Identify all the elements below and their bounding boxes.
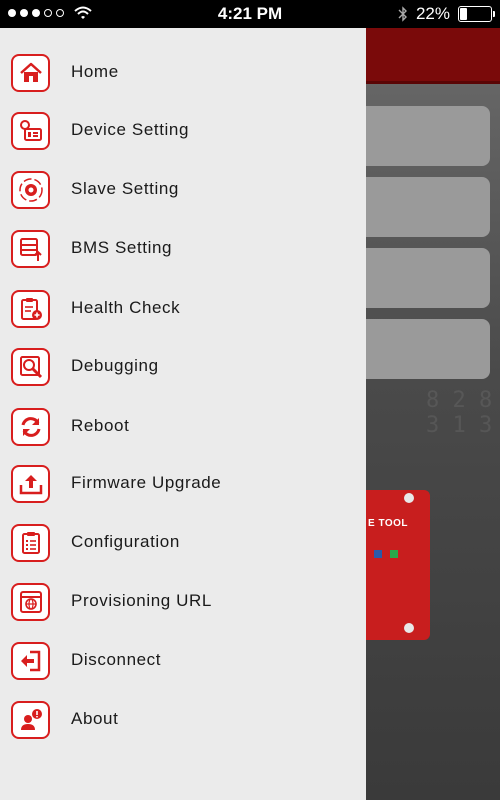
status-bar: 4:21 PM 22% <box>0 0 500 28</box>
navigation-drawer: Home Device Setting Slave Setting BMS Se… <box>0 28 366 800</box>
bluetooth-icon <box>398 6 407 22</box>
menu-item-label: Health Check <box>71 298 181 317</box>
circuit-pattern: 8 2 83 1 3 <box>426 388 493 438</box>
menu-item-provisioning-url[interactable]: Provisioning URL <box>0 575 366 631</box>
menu-item-disconnect[interactable]: Disconnect <box>0 634 366 690</box>
menu-item-label: Debugging <box>71 356 159 375</box>
menu-item-home[interactable]: Home <box>0 46 366 102</box>
menu-item-about[interactable]: About <box>0 693 366 749</box>
upload-icon <box>19 475 42 495</box>
device-image: E TOOL <box>366 490 430 640</box>
device-setting-icon <box>19 120 42 141</box>
dashboard-card[interactable] <box>366 177 490 237</box>
dashboard-card[interactable] <box>366 319 490 379</box>
menu-item-label: Configuration <box>71 532 180 551</box>
debug-icon <box>19 356 42 379</box>
device-led <box>390 550 398 558</box>
menu-item-label: Provisioning URL <box>71 591 212 610</box>
menu-item-label: Device Setting <box>71 120 190 139</box>
home-icon <box>19 62 42 82</box>
menu-item-configuration[interactable]: Configuration <box>0 516 366 572</box>
device-screw <box>404 493 414 503</box>
device-led <box>374 550 382 558</box>
gear-icon <box>18 178 43 202</box>
bms-icon <box>19 238 42 261</box>
menu-item-label: Home <box>71 62 119 81</box>
battery-fill <box>460 8 467 20</box>
clipboard-health-icon <box>20 298 42 320</box>
device-screw <box>404 623 414 633</box>
dashboard-card[interactable] <box>366 248 490 308</box>
background-app: 8 2 83 1 3 E TOOL <box>366 28 500 800</box>
menu-item-debugging[interactable]: Debugging <box>0 340 366 396</box>
menu-item-label: Firmware Upgrade <box>71 473 222 492</box>
menu-item-bms-setting[interactable]: BMS Setting <box>0 222 366 278</box>
logout-icon <box>20 650 40 672</box>
menu-item-slave-setting[interactable]: Slave Setting <box>0 163 366 219</box>
menu-item-label: Reboot <box>71 416 130 435</box>
menu-item-label: About <box>71 709 119 728</box>
checklist-icon <box>21 532 40 554</box>
battery-percent: 22% <box>415 4 450 23</box>
battery-icon <box>458 6 495 22</box>
dashboard-card[interactable] <box>366 106 490 166</box>
menu-item-label: Slave Setting <box>71 179 179 198</box>
menu-item-reboot[interactable]: Reboot <box>0 400 366 456</box>
app-header <box>366 28 500 84</box>
menu-item-device-setting[interactable]: Device Setting <box>0 104 366 160</box>
about-icon <box>20 709 42 730</box>
globe-window-icon <box>19 591 42 613</box>
menu-item-label: Disconnect <box>71 650 162 669</box>
menu-item-health-check[interactable]: Health Check <box>0 282 366 338</box>
menu-item-firmware-upgrade[interactable]: Firmware Upgrade <box>0 457 366 513</box>
menu-item-label: BMS Setting <box>71 238 173 257</box>
device-label: E TOOL <box>368 518 409 529</box>
reboot-icon <box>21 417 40 437</box>
